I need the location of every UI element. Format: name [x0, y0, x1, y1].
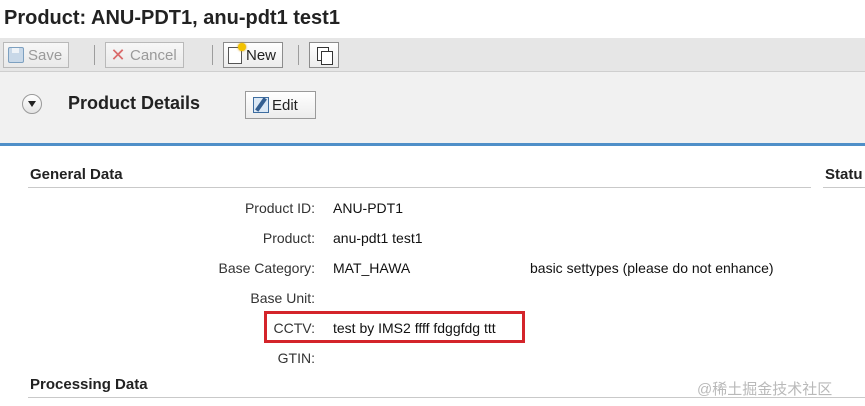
base-unit-label: Base Unit: — [250, 290, 315, 306]
save-button[interactable]: Save — [3, 42, 70, 68]
section-processing-data: Processing Data — [30, 376, 148, 393]
collapse-button[interactable] — [22, 94, 42, 114]
section-divider — [28, 187, 811, 188]
edit-icon — [253, 97, 269, 113]
base-category-label: Base Category: — [218, 260, 316, 276]
product-value: anu-pdt1 test1 — [333, 230, 423, 246]
new-document-icon — [228, 42, 246, 64]
save-icon — [8, 47, 24, 63]
watermark: @稀土掘金技术社区 — [697, 381, 833, 398]
toolbar: Save ✕ Cancel New — [0, 38, 865, 72]
section-divider — [823, 187, 865, 188]
cancel-button-label: Cancel — [130, 46, 177, 64]
base-category-value: MAT_HAWA — [333, 260, 411, 276]
chevron-down-icon — [28, 101, 36, 107]
section-general-data: General Data — [30, 166, 123, 183]
product-label: Product: — [262, 230, 315, 246]
cctv-highlight-box — [264, 311, 525, 343]
cancel-button[interactable]: ✕ Cancel — [105, 42, 184, 68]
close-icon: ✕ — [110, 45, 126, 65]
toolbar-divider — [298, 45, 299, 65]
copy-button[interactable] — [309, 42, 339, 68]
toolbar-divider — [212, 45, 213, 65]
new-button-label: New — [246, 46, 277, 64]
save-button-label: Save — [28, 46, 63, 64]
edit-button-label: Edit — [272, 96, 298, 114]
base-category-description: basic settypes (please do not enhance) — [530, 260, 774, 276]
section-status: Statu — [825, 166, 863, 183]
product-id-value: ANU-PDT1 — [333, 200, 404, 216]
page-title: Product: ANU-PDT1, anu-pdt1 test1 — [4, 7, 340, 29]
new-button[interactable]: New — [223, 42, 284, 68]
edit-button[interactable]: Edit — [245, 91, 316, 119]
product-id-label: Product ID: — [244, 200, 315, 216]
toolbar-divider — [94, 45, 95, 65]
gtin-label: GTIN: — [277, 350, 315, 366]
copy-icon — [316, 47, 333, 65]
details-title: Product Details — [68, 93, 201, 113]
